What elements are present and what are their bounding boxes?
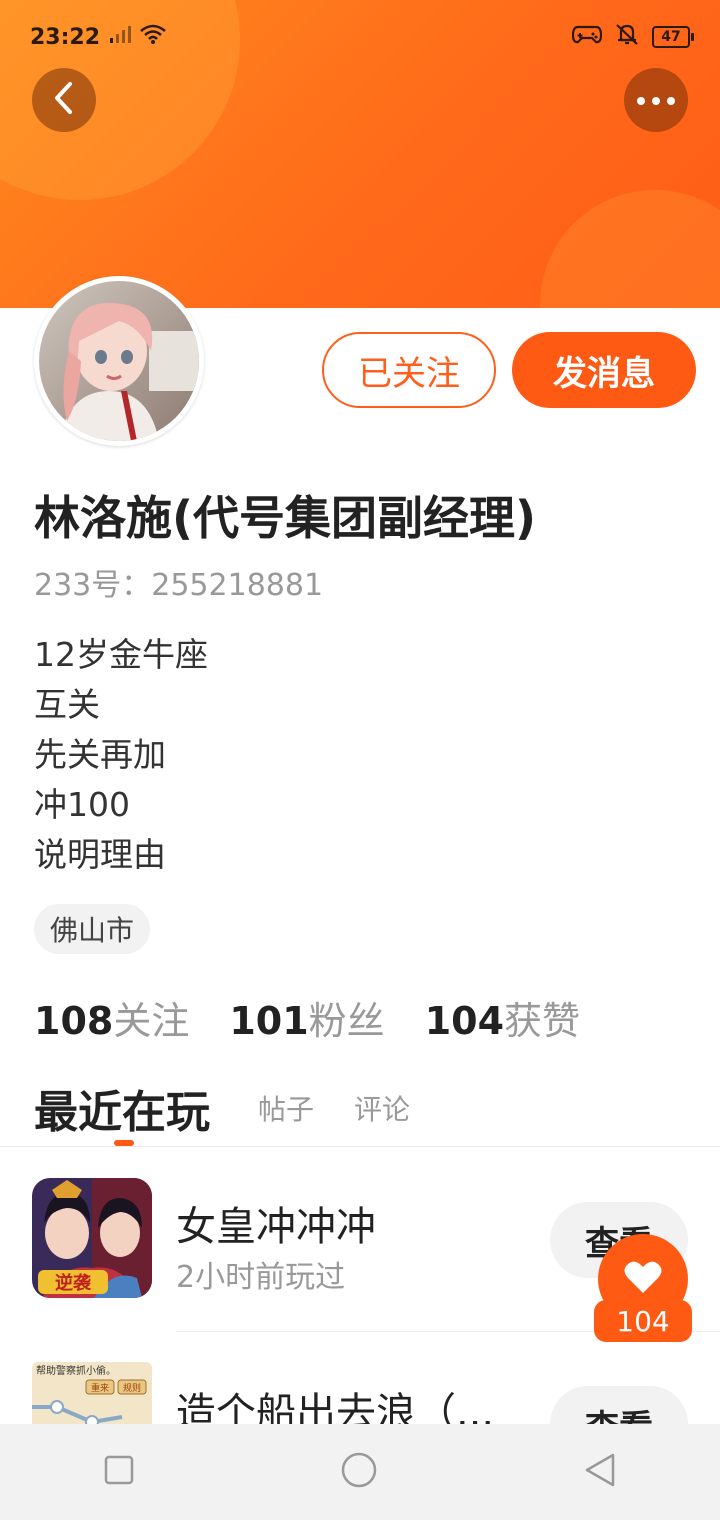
game-last-played: 2小时前玩过: [176, 1260, 346, 1295]
bio-line: 说明理由: [34, 835, 166, 874]
stat-fans[interactable]: 101粉丝: [229, 990, 384, 1045]
status-bar-left: 23:22: [30, 22, 166, 52]
game-icon-rules-label: 规则: [123, 1382, 141, 1394]
bio-line: 冲100: [34, 785, 130, 824]
game-icon-nvhuang[interactable]: 逆袭: [32, 1178, 152, 1298]
stats-row: 108关注 101粉丝 104获赞: [34, 990, 580, 1045]
game-icon-caption: 帮助警察抓小偷。: [36, 1364, 116, 1377]
battery-icon: 47: [652, 26, 694, 48]
status-bar-right: 47: [571, 22, 694, 52]
more-dots-icon: [636, 91, 676, 110]
game-mode-icon: [571, 23, 603, 51]
bio-line: 先关再加: [34, 735, 166, 774]
send-message-button[interactable]: 发消息: [512, 332, 696, 408]
game-icon-restart-label: 重来: [91, 1382, 109, 1394]
like-count-badge: 104: [594, 1300, 692, 1342]
avatar[interactable]: [34, 276, 204, 446]
user-bio: 12岁金牛座 互关 先关再加 冲100 说明理由: [34, 630, 208, 880]
stat-number: 101: [229, 999, 309, 1043]
recent-apps-icon[interactable]: [103, 1454, 135, 1490]
mute-bell-icon: [612, 22, 642, 52]
stat-number: 108: [34, 999, 114, 1043]
banner-decoration: [540, 190, 720, 308]
status-time: 23:22: [30, 24, 101, 50]
tab-comments[interactable]: 评论: [354, 1088, 410, 1128]
wifi-icon: [140, 24, 166, 50]
followed-button[interactable]: 已关注: [322, 332, 496, 408]
stat-following[interactable]: 108关注: [34, 990, 189, 1045]
game-title[interactable]: 女皇冲冲冲: [176, 1194, 376, 1252]
bio-line: 12岁金牛座: [34, 635, 208, 674]
stat-label: 关注: [113, 999, 190, 1043]
more-options-button[interactable]: [624, 68, 688, 132]
stat-likes[interactable]: 104获赞: [425, 990, 580, 1045]
stat-label: 粉丝: [308, 999, 385, 1043]
location-tag: 佛山市: [34, 904, 151, 954]
tab-posts[interactable]: 帖子: [258, 1088, 314, 1128]
user-id: 233号：255218881: [34, 568, 324, 603]
game-icon-text: 逆袭: [55, 1272, 92, 1294]
tabs-divider: [0, 1146, 720, 1147]
stat-label: 获赞: [504, 999, 581, 1043]
heart-icon: [623, 1259, 663, 1299]
home-icon[interactable]: [340, 1451, 378, 1493]
stat-number: 104: [424, 999, 505, 1043]
bio-line: 互关: [34, 685, 100, 724]
system-nav-bar: [0, 1424, 720, 1520]
user-name: 林洛施(代号集团副经理): [34, 491, 537, 545]
back-triangle-icon[interactable]: [583, 1452, 617, 1492]
chevron-left-icon: [50, 81, 78, 119]
back-button[interactable]: [32, 68, 96, 132]
tab-recently-played[interactable]: 最近在玩: [34, 1076, 210, 1140]
signal-icon: [108, 24, 132, 50]
